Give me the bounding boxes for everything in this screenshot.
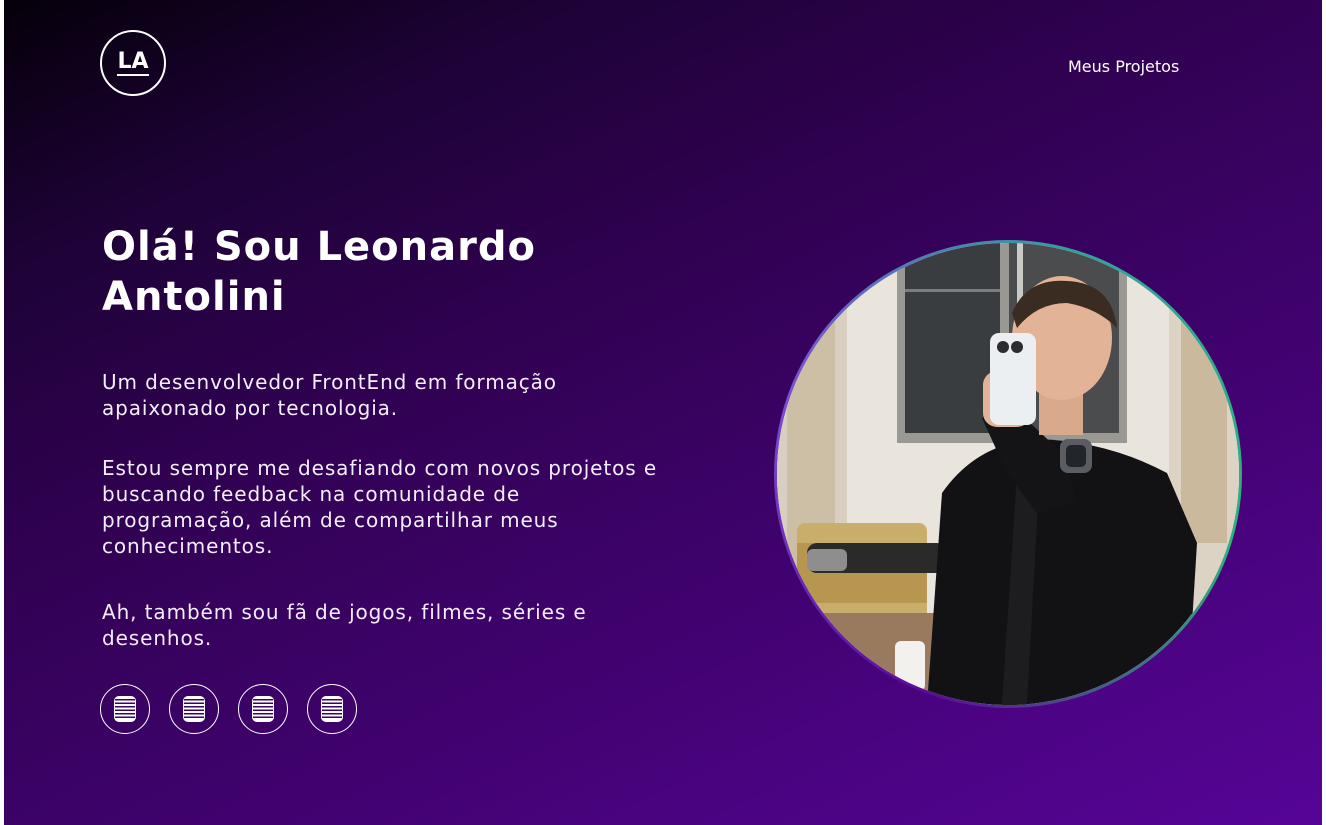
social-icon [321,696,343,722]
hero-paragraph-2: Estou sempre me desafiando com novos pro… [102,456,658,558]
logo[interactable]: LA [100,30,166,96]
social-link-2[interactable] [169,684,219,734]
hero-title: Olá! Sou Leonardo Antolini [102,224,536,320]
social-icon [114,696,136,722]
social-link-3[interactable] [238,684,288,734]
social-icon [252,696,274,722]
hero-paragraph-3: Ah, também sou fã de jogos, filmes, séri… [102,600,587,650]
social-link-4[interactable] [307,684,357,734]
nav-link-meus-projetos[interactable]: Meus Projetos [1068,57,1179,76]
profile-photo [777,243,1239,705]
social-link-1[interactable] [100,684,150,734]
profile-photo-frame [774,240,1242,708]
logo-text: LA [117,48,149,76]
page: LA Meus Projetos Olá! Sou Leonardo Antol… [4,0,1322,825]
social-icon [183,696,205,722]
social-links [100,684,357,734]
hero-paragraph-1: Um desenvolvedor FrontEnd em formação ap… [102,370,557,420]
